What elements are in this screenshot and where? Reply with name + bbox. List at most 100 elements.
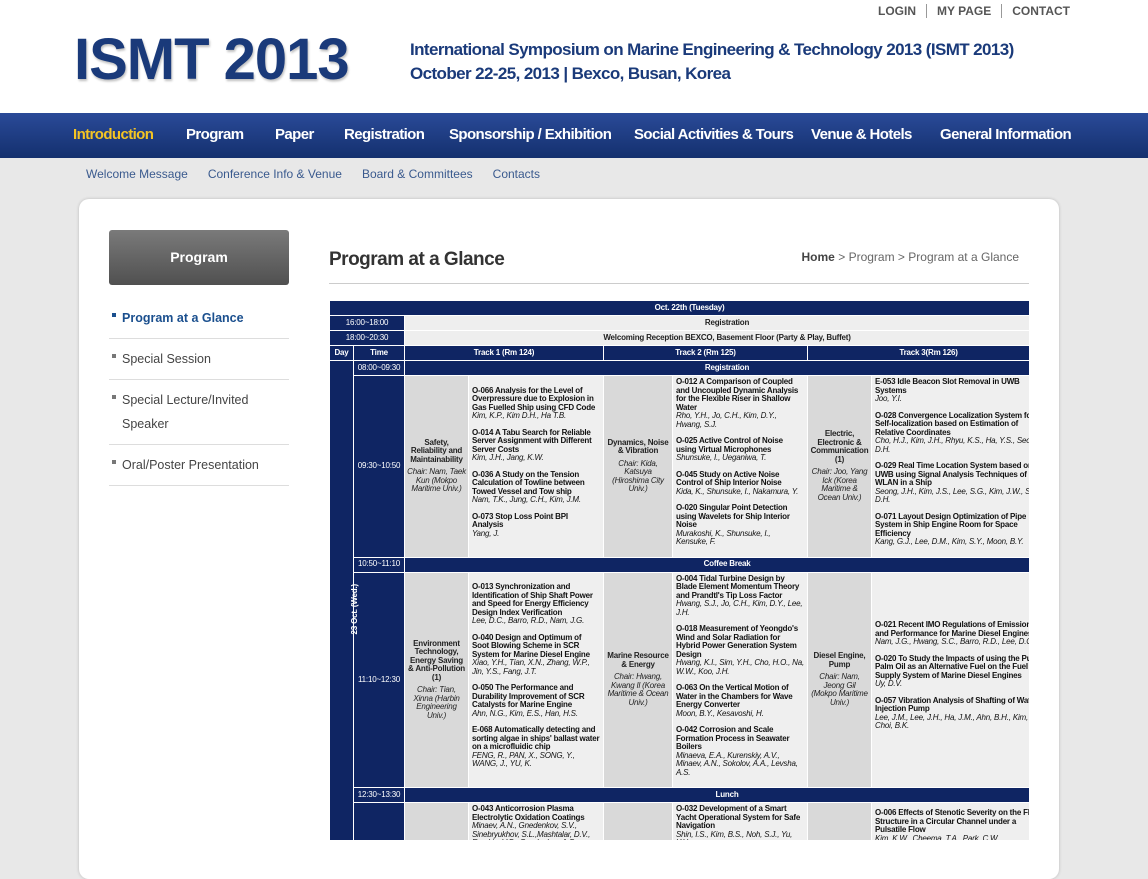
paper-entry[interactable]: O-073 Stop Loss Point BPI Analysis Yang, … xyxy=(472,511,600,539)
session-cell xyxy=(807,802,872,840)
paper-entry[interactable]: O-025 Active Control of Noise using Virt… xyxy=(676,436,804,463)
paper-entry[interactable]: O-042 Corrosion and Scale Formation Proc… xyxy=(676,725,804,777)
paper-title: O-014 A Tabu Search for Reliable Server … xyxy=(472,427,592,454)
session-chair: Chair: Joo, Yang Ick (Korea Maritime & O… xyxy=(811,467,868,502)
paper-authors: Moon, B.Y., Kesavoshi, H. xyxy=(676,708,764,718)
paper-entry[interactable]: O-029 Real Time Location System based on… xyxy=(875,461,1029,505)
paper-entry[interactable]: E-068 Automatically detecting and sortin… xyxy=(472,725,600,769)
paper-entry[interactable]: O-014 A Tabu Search for Reliable Server … xyxy=(472,427,600,463)
paper-title: O-043 Anticorrosion Plasma Electrolytic … xyxy=(472,804,585,822)
paper-entry[interactable]: O-071 Layout Design Optimization of Pipe… xyxy=(875,512,1029,547)
table-row: 09:30~10:50 Safety, Reliability and Maint… xyxy=(330,375,1029,558)
paper-entry[interactable]: O-028 Convergence Localization System fo… xyxy=(875,411,1029,455)
subnav-board-committees[interactable]: Board & Committees xyxy=(362,167,473,181)
paper-entry[interactable]: O-018 Measurement of Yeongdo's Wind and … xyxy=(676,624,804,676)
nav-sponsorship[interactable]: Sponsorship / Exhibition xyxy=(449,126,612,143)
nav-paper[interactable]: Paper xyxy=(275,126,314,143)
papers-cell: O-043 Anticorrosion Plasma Electrolytic … xyxy=(468,802,604,840)
paper-entry[interactable]: O-020 To Study the Impacts of using the … xyxy=(875,654,1029,689)
paper-entry[interactable]: O-066 Analysis for the Level of Overpres… xyxy=(472,385,600,421)
paper-authors: Yang, J. xyxy=(472,528,500,538)
paper-entry[interactable]: O-043 Anticorrosion Plasma Electrolytic … xyxy=(472,804,600,840)
paper-title: O-050 The Performance and Durability Imp… xyxy=(472,683,585,709)
breadcrumb-home[interactable]: Home xyxy=(802,250,835,264)
session-cell: Diesel Engine, Pump Chair: Nam, Jeong Gil… xyxy=(807,571,872,788)
paper-authors: Shin, I.S., Kim, B.S., Noh, S.J., Yu, Y.… xyxy=(676,829,793,840)
time-cell: 09:30~10:50 xyxy=(353,375,405,558)
nav-venue-hotels[interactable]: Venue & Hotels xyxy=(811,126,912,143)
site-logo[interactable]: ISMT 2013 xyxy=(74,26,350,93)
session-name: Electric, Electronic & Communication (1) xyxy=(810,429,869,464)
papers-cell: O-021 Recent IMO Regulations of Emission… xyxy=(870,571,1029,788)
login-link[interactable]: LOGIN xyxy=(868,4,926,18)
papers-cell: O-012 A Comparison of Coupled and Uncoup… xyxy=(672,375,808,558)
paper-entry[interactable]: O-021 Recent IMO Regulations of Emission… xyxy=(875,620,1029,647)
time-cell: 16:00~18:00 xyxy=(329,315,405,331)
table-row: 12:30~13:30 Lunch xyxy=(330,787,1029,803)
nav-general-information[interactable]: General Information xyxy=(940,126,1072,143)
paper-authors: Rho, Y.H., Jo, C.H., Kim, D.Y., Hwang, S… xyxy=(676,411,777,429)
paper-entry[interactable]: O-004 Tidal Turbine Design by Blade Elem… xyxy=(676,573,804,618)
table-row: Oct. 22th (Tuesday) xyxy=(329,300,1029,316)
paper-entry[interactable]: O-045 Study on Active Noise Control of S… xyxy=(676,470,804,497)
paper-entry[interactable]: O-013 Synchronization and Identification… xyxy=(472,582,600,626)
sidebar-item-special-session[interactable]: Special Session xyxy=(109,339,289,380)
nav-registration[interactable]: Registration xyxy=(344,126,425,143)
paper-authors: Murakoshi, K., Shunsuke, I., Kensuke, F. xyxy=(676,528,771,546)
paper-entry[interactable]: O-032 Development of a Smart Yacht Opera… xyxy=(676,804,804,840)
paper-title: O-066 Analysis for the Level of Overpres… xyxy=(472,385,596,412)
paper-entry[interactable]: O-012 A Comparison of Coupled and Uncoup… xyxy=(676,377,804,429)
session-chair: Chair: Hwang, Kwang Il (Korea Maritime &… xyxy=(607,672,669,707)
paper-entry[interactable]: O-020 Singular Point Detection using Wav… xyxy=(676,503,804,547)
paper-authors: Nam, J.G., Hwang, S.C., Barro, R.D., Lee… xyxy=(875,637,1029,646)
sidebar-item-program-at-a-glance[interactable]: Program at a Glance xyxy=(109,298,289,339)
time-cell: 12:30~13:30 xyxy=(353,787,405,803)
paper-entry[interactable]: O-057 Vibration Analysis of Shafting of … xyxy=(875,696,1029,731)
sidebar-menu: Program at a Glance Special Session Spec… xyxy=(109,298,289,486)
session-cell: Marine Resource & Energy Chair: Hwang, Kw… xyxy=(603,571,673,788)
nav-introduction[interactable]: Introduction xyxy=(73,126,154,143)
session-name: Dynamics, Noise & Vibration xyxy=(607,437,669,456)
subnav-conference-info[interactable]: Conference Info & Venue xyxy=(208,167,342,181)
session-chair: Chair: Kida, Katsuya (Hiroshima City Uni… xyxy=(612,458,664,494)
subnav-contacts[interactable]: Contacts xyxy=(493,167,540,181)
paper-title: O-020 Singular Point Detection using Wav… xyxy=(676,503,790,529)
paper-entry[interactable]: O-040 Design and Optimum of Soot Blowing… xyxy=(472,633,600,677)
paper-authors: Lee, D.C., Barro, R.D., Nam, J.G. xyxy=(472,616,585,625)
paper-entry[interactable]: O-050 The Performance and Durability Imp… xyxy=(472,683,600,718)
paper-entry[interactable]: O-036 A Study on the Tension Calculation… xyxy=(472,470,600,505)
session-cell: Environment Technology, Energy Saving & … xyxy=(404,571,469,788)
paper-title: O-073 Stop Loss Point BPI Analysis xyxy=(472,511,568,529)
breadcrumb-separator: > xyxy=(838,250,846,264)
my-page-link[interactable]: MY PAGE xyxy=(925,4,1001,18)
time-cell: 10:50~11:10 xyxy=(353,556,405,573)
breadcrumb-program[interactable]: Program xyxy=(849,250,895,264)
paper-title: O-004 Tidal Turbine Design by Blade Elem… xyxy=(676,573,800,600)
nav-program[interactable]: Program xyxy=(186,126,244,143)
paper-authors: Hwang, S.J., Jo, C.H., Kim, D.Y., Lee, J… xyxy=(676,599,803,617)
session-name: Safety, Reliability and Maintainability xyxy=(410,437,463,464)
paper-entry[interactable]: O-063 On the Vertical Motion of Water in… xyxy=(676,683,804,718)
paper-authors: Kida, K., Shunsuke, I., Nakamura, Y. xyxy=(676,486,799,496)
table-row: Day Time Track 1 (Rm 124) Track 2 (Rm 125) T… xyxy=(329,345,1029,361)
paper-entry[interactable]: O-006 Effects of Stenotic Severity on th… xyxy=(875,809,1029,840)
paper-title: E-068 Automatically detecting and sortin… xyxy=(472,725,600,751)
tagline-date: October 22-25, 2013 | Bexco, Busan, Kore… xyxy=(410,64,731,83)
page-title: Program at a Glance xyxy=(329,249,505,270)
paper-title: O-042 Corrosion and Scale Formation Proc… xyxy=(676,725,790,751)
table-row: 10:50~11:10 Coffee Break xyxy=(330,556,1029,573)
contact-link[interactable]: CONTACT xyxy=(1001,4,1070,18)
paper-authors: Kim, K.W., Cheema, T.A., Park, C.W. xyxy=(875,833,1000,840)
paper-title: O-029 Real Time Location System based on… xyxy=(875,461,1029,487)
sidebar-item-special-lecture[interactable]: Special Lecture/Invited Speaker xyxy=(109,380,289,445)
table-row: 18:00~20:30 Welcoming Reception BEXCO, Ba… xyxy=(329,330,1029,346)
session-chair: Chair: Nam, Taek Kun (Mokpo Maritime Uni… xyxy=(407,467,466,494)
paper-entry[interactable]: E-053 Idle Beacon Slot Removal in UWB Sy… xyxy=(875,377,1029,404)
col-header-day: Day xyxy=(329,345,354,361)
paper-authors: FENG, R., PAN, X., SONG, Y., WANG, J., Y… xyxy=(472,750,575,768)
paper-authors: Xiao, Y.H., Tian, X.N., Zhang, W.P., Jin… xyxy=(472,658,590,676)
nav-social-activities[interactable]: Social Activities & Tours xyxy=(634,126,794,143)
time-cell xyxy=(353,802,405,840)
subnav-welcome-message[interactable]: Welcome Message xyxy=(86,167,188,181)
sidebar-item-oral-poster[interactable]: Oral/Poster Presentation xyxy=(109,445,289,486)
